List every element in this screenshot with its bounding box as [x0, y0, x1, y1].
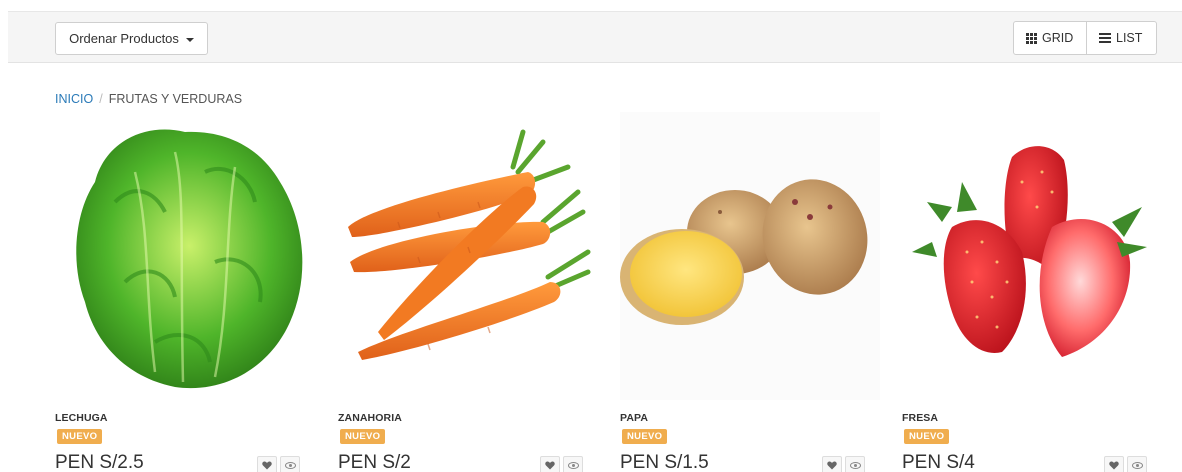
quick-view-button[interactable]	[563, 456, 583, 472]
product-name[interactable]: PAPA	[620, 412, 648, 424]
product-card-zanahoria[interactable]: ZANAHORIA NUEVO PEN S/2	[338, 112, 598, 472]
wishlist-button[interactable]	[822, 456, 842, 472]
quick-view-button[interactable]	[280, 456, 300, 472]
product-actions	[540, 456, 583, 472]
product-image-lechuga[interactable]	[55, 112, 315, 400]
product-image-zanahoria[interactable]	[338, 112, 598, 400]
list-label: LIST	[1116, 31, 1143, 45]
sort-label: Ordenar Productos	[69, 31, 179, 46]
heart-icon	[545, 461, 555, 469]
product-name[interactable]: LECHUGA	[55, 412, 108, 424]
product-image-papa[interactable]	[620, 112, 880, 400]
new-badge: NUEVO	[57, 429, 103, 444]
quick-view-button[interactable]	[845, 456, 865, 472]
quick-view-button[interactable]	[1127, 456, 1147, 472]
product-image-fresa[interactable]	[902, 112, 1162, 400]
list-view-button[interactable]: LIST	[1087, 21, 1157, 55]
product-actions	[822, 456, 865, 472]
grid-view-button[interactable]: GRID	[1013, 21, 1087, 55]
product-price: PEN S/2	[338, 452, 411, 472]
list-icon	[1099, 33, 1111, 43]
eye-icon	[567, 461, 579, 469]
eye-icon	[1131, 461, 1143, 469]
wishlist-button[interactable]	[257, 456, 277, 472]
heart-icon	[262, 461, 272, 469]
product-card-papa[interactable]: PAPA NUEVO PEN S/1.5	[620, 112, 880, 472]
wishlist-button[interactable]	[1104, 456, 1124, 472]
new-badge: NUEVO	[622, 429, 668, 444]
product-price: PEN S/1.5	[620, 452, 709, 472]
breadcrumb: INICIO / FRUTAS Y VERDURAS	[55, 92, 242, 106]
eye-icon	[284, 461, 296, 469]
heart-icon	[827, 461, 837, 469]
grid-label: GRID	[1042, 31, 1074, 45]
product-actions	[1104, 456, 1147, 472]
product-name[interactable]: FRESA	[902, 412, 938, 424]
toolbar: Ordenar Productos GRID LIST	[8, 11, 1182, 63]
product-card-lechuga[interactable]: LECHUGA NUEVO PEN S/2.5	[55, 112, 315, 472]
product-name[interactable]: ZANAHORIA	[338, 412, 402, 424]
wishlist-button[interactable]	[540, 456, 560, 472]
product-actions	[257, 456, 300, 472]
product-price: PEN S/2.5	[55, 452, 144, 472]
grid-icon	[1026, 32, 1037, 44]
breadcrumb-home-link[interactable]: INICIO	[55, 92, 93, 106]
breadcrumb-current: FRUTAS Y VERDURAS	[108, 92, 243, 106]
product-card-fresa[interactable]: FRESA NUEVO PEN S/4	[902, 112, 1162, 472]
eye-icon	[849, 461, 861, 469]
breadcrumb-separator: /	[99, 92, 103, 106]
heart-icon	[1109, 461, 1119, 469]
new-badge: NUEVO	[904, 429, 950, 444]
caret-down-icon	[185, 37, 194, 42]
product-price: PEN S/4	[902, 452, 975, 472]
view-toggle-group: GRID LIST	[1013, 21, 1157, 55]
new-badge: NUEVO	[340, 429, 386, 444]
sort-products-dropdown[interactable]: Ordenar Productos	[55, 22, 208, 55]
